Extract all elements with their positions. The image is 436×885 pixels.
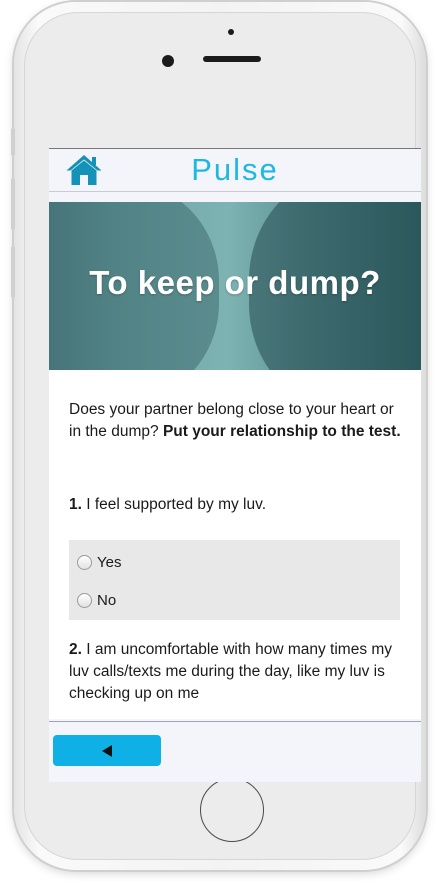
back-button[interactable] bbox=[53, 735, 161, 766]
question-2: 2. I am uncomfortable with how many time… bbox=[69, 639, 404, 705]
app-title: Pulse bbox=[191, 152, 279, 187]
phone-volume-up-button bbox=[11, 178, 15, 230]
option-yes-label[interactable]: Yes bbox=[97, 554, 121, 571]
radio-no[interactable] bbox=[77, 592, 92, 608]
back-arrow-icon bbox=[102, 744, 112, 757]
app-footer bbox=[49, 721, 421, 782]
app-header: Pulse bbox=[49, 149, 421, 192]
phone-sensor bbox=[228, 29, 234, 35]
article-content[interactable]: To keep or dump? Does your partner belon… bbox=[49, 202, 421, 719]
option-no[interactable]: No bbox=[77, 588, 116, 612]
option-yes[interactable]: Yes bbox=[77, 550, 121, 574]
phone-camera bbox=[162, 55, 174, 67]
intro-paragraph: Does your partner belong close to your h… bbox=[69, 399, 404, 443]
radio-yes[interactable] bbox=[77, 554, 92, 570]
question-number: 1. bbox=[69, 496, 82, 513]
question-1: 1. I feel supported by my luv. bbox=[69, 494, 404, 516]
question-text: I am uncomfortable with how many times m… bbox=[69, 641, 393, 702]
phone-speaker bbox=[203, 56, 261, 62]
option-no-label[interactable]: No bbox=[97, 592, 116, 609]
phone-home-button[interactable] bbox=[200, 778, 264, 842]
phone-volume-down-button bbox=[11, 246, 15, 298]
question-number: 2. bbox=[69, 641, 82, 658]
question-1-options: Yes No bbox=[69, 540, 400, 620]
hero-title: To keep or dump? bbox=[89, 264, 381, 301]
hero-banner: To keep or dump? bbox=[49, 202, 421, 370]
phone-side-button bbox=[11, 128, 15, 156]
intro-emphasis: Put your relationship to the test. bbox=[162, 423, 401, 440]
app-screen: Pulse To keep or dump? Does your partner… bbox=[49, 148, 421, 782]
question-text: I feel supported by my luv. bbox=[86, 496, 267, 513]
